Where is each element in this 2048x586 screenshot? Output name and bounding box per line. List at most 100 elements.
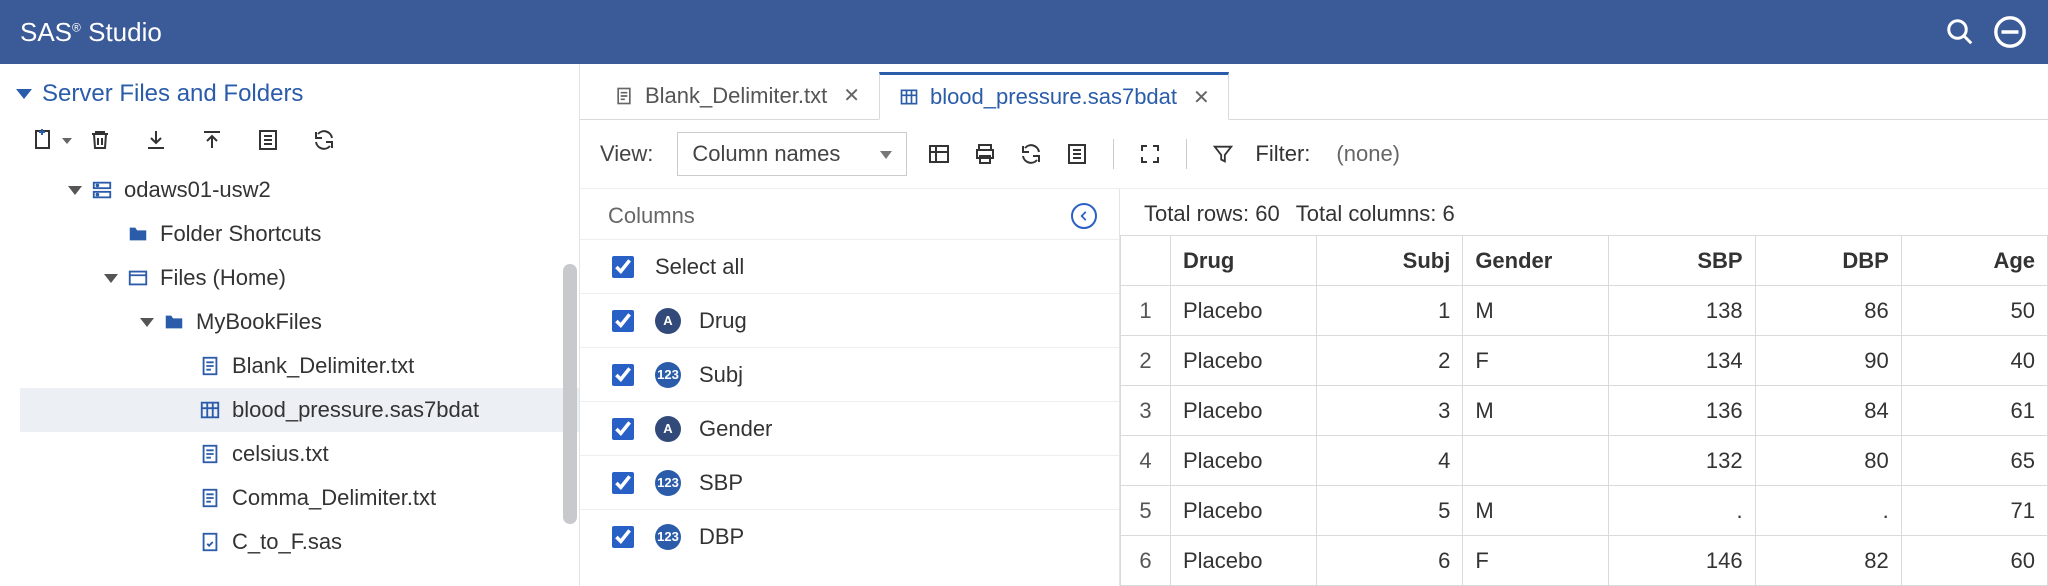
tree-file-node[interactable]: celsius.txt	[20, 432, 579, 476]
column-header[interactable]: DBP	[1755, 236, 1901, 286]
table-cell[interactable]: 71	[1901, 486, 2047, 536]
search-icon[interactable]	[1942, 14, 1978, 50]
tree-file-node[interactable]: blood_pressure.sas7bdat	[20, 388, 579, 432]
table-cell[interactable]: F	[1463, 536, 1609, 586]
table-cell[interactable]: 1	[1317, 286, 1463, 336]
table-cell[interactable]: 82	[1755, 536, 1901, 586]
table-cell[interactable]: 86	[1755, 286, 1901, 336]
code-icon[interactable]	[1063, 140, 1091, 168]
close-tab-icon[interactable]: ✕	[1193, 85, 1210, 110]
tree-file-node[interactable]: Comma_Delimiter.txt	[20, 476, 579, 520]
print-icon[interactable]	[971, 140, 999, 168]
table-cell[interactable]: 84	[1755, 386, 1901, 436]
column-checkbox[interactable]	[612, 526, 634, 548]
table-cell[interactable]: M	[1463, 286, 1609, 336]
column-item[interactable]: 123Subj	[580, 347, 1119, 401]
column-label: Gender	[699, 416, 772, 442]
table-options-icon[interactable]	[925, 140, 953, 168]
table-row[interactable]: 6Placebo6F1468260	[1121, 536, 2048, 586]
table-cell[interactable]: 60	[1901, 536, 2047, 586]
column-type-icon: A	[655, 308, 681, 334]
table-row[interactable]: 3Placebo3M1368461	[1121, 386, 2048, 436]
refresh-icon[interactable]	[310, 126, 338, 154]
table-cell[interactable]: 90	[1755, 336, 1901, 386]
column-header[interactable]: Age	[1901, 236, 2047, 286]
close-tab-icon[interactable]: ✕	[843, 83, 860, 108]
view-dropdown[interactable]: Column names	[677, 132, 907, 176]
table-cell[interactable]: 4	[1317, 436, 1463, 486]
column-item[interactable]: 123DBP	[580, 509, 1119, 563]
delete-icon[interactable]	[86, 126, 114, 154]
fullscreen-icon[interactable]	[1136, 140, 1164, 168]
column-checkbox[interactable]	[612, 418, 634, 440]
table-cell[interactable]: 6	[1317, 536, 1463, 586]
table-cell[interactable]: Placebo	[1171, 486, 1317, 536]
column-checkbox[interactable]	[612, 364, 634, 386]
file-icon	[198, 486, 222, 510]
sidebar-scrollbar[interactable]	[563, 264, 577, 524]
table-row[interactable]: 5Placebo5M..71	[1121, 486, 2048, 536]
table-cell[interactable]: Placebo	[1171, 336, 1317, 386]
sidebar-panel-toggle[interactable]: Server Files and Folders	[0, 72, 579, 122]
properties-icon[interactable]	[254, 126, 282, 154]
table-cell[interactable]: .	[1755, 486, 1901, 536]
table-cell[interactable]: 3	[1317, 386, 1463, 436]
tree-files-home-node[interactable]: Files (Home)	[20, 256, 579, 300]
sidebar: Server Files and Folders	[0, 64, 580, 586]
column-header[interactable]: SBP	[1609, 236, 1755, 286]
table-cell[interactable]: 134	[1609, 336, 1755, 386]
column-header[interactable]: Subj	[1317, 236, 1463, 286]
more-options-icon[interactable]	[1992, 14, 2028, 50]
table-cell[interactable]: 61	[1901, 386, 2047, 436]
new-button[interactable]	[30, 126, 58, 154]
table-row[interactable]: 1Placebo1M1388650	[1121, 286, 2048, 336]
file-icon	[198, 354, 222, 378]
data-table[interactable]: DrugSubjGenderSBPDBPAge1Placebo1M1388650…	[1120, 235, 2048, 586]
table-cell[interactable]: Placebo	[1171, 286, 1317, 336]
table-cell[interactable]: 132	[1609, 436, 1755, 486]
table-cell[interactable]: 65	[1901, 436, 2047, 486]
column-item[interactable]: AGender	[580, 401, 1119, 455]
upload-icon[interactable]	[198, 126, 226, 154]
expand-toggle-icon[interactable]	[104, 274, 118, 283]
table-cell[interactable]: F	[1463, 336, 1609, 386]
table-row[interactable]: 4Placebo41328065	[1121, 436, 2048, 486]
table-cell[interactable]: 5	[1317, 486, 1463, 536]
tab[interactable]: Blank_Delimiter.txt✕	[594, 71, 879, 119]
download-icon[interactable]	[142, 126, 170, 154]
tree-shortcuts-node[interactable]: Folder Shortcuts	[20, 212, 579, 256]
table-cell[interactable]: 80	[1755, 436, 1901, 486]
table-cell[interactable]: 136	[1609, 386, 1755, 436]
refresh-data-icon[interactable]	[1017, 140, 1045, 168]
select-all-row[interactable]: Select all	[580, 239, 1119, 293]
table-row[interactable]: 2Placebo2F1349040	[1121, 336, 2048, 386]
table-cell[interactable]: Placebo	[1171, 386, 1317, 436]
column-header[interactable]: Gender	[1463, 236, 1609, 286]
tree-server-node[interactable]: odaws01-usw2	[20, 168, 579, 212]
tree-file-node[interactable]: C_to_F.sas	[20, 520, 579, 564]
table-cell[interactable]: .	[1609, 486, 1755, 536]
expand-toggle-icon[interactable]	[140, 318, 154, 327]
tab[interactable]: blood_pressure.sas7bdat✕	[879, 72, 1229, 120]
tree-folder-node[interactable]: MyBookFiles	[20, 300, 579, 344]
filter-icon[interactable]	[1209, 140, 1237, 168]
column-header[interactable]: Drug	[1171, 236, 1317, 286]
column-item[interactable]: 123SBP	[580, 455, 1119, 509]
table-cell[interactable]: M	[1463, 386, 1609, 436]
column-item[interactable]: ADrug	[580, 293, 1119, 347]
column-checkbox[interactable]	[612, 472, 634, 494]
table-cell[interactable]: M	[1463, 486, 1609, 536]
expand-toggle-icon[interactable]	[68, 186, 82, 195]
table-cell[interactable]: 146	[1609, 536, 1755, 586]
table-cell[interactable]: Placebo	[1171, 436, 1317, 486]
table-cell[interactable]: 50	[1901, 286, 2047, 336]
table-cell[interactable]: 40	[1901, 336, 2047, 386]
tree-file-node[interactable]: Blank_Delimiter.txt	[20, 344, 579, 388]
table-cell[interactable]: Placebo	[1171, 536, 1317, 586]
column-checkbox[interactable]	[612, 310, 634, 332]
table-cell[interactable]: 138	[1609, 286, 1755, 336]
collapse-columns-icon[interactable]	[1071, 203, 1097, 229]
table-cell[interactable]	[1463, 436, 1609, 486]
table-cell[interactable]: 2	[1317, 336, 1463, 386]
select-all-checkbox[interactable]	[612, 256, 634, 278]
